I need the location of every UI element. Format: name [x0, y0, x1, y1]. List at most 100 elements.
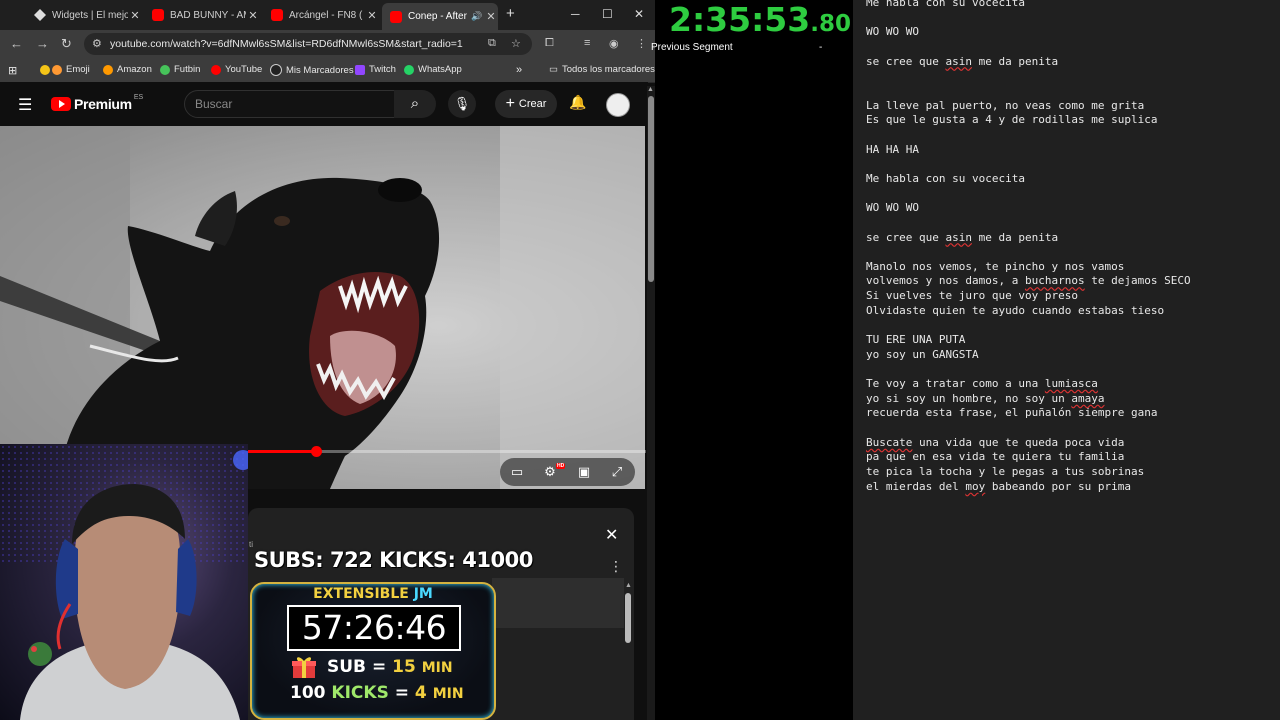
misspelled-word[interactable]: amaya — [1071, 392, 1104, 405]
minimize-button[interactable]: ─ — [571, 7, 580, 21]
site-info-icon[interactable]: ⚙ — [92, 37, 102, 50]
reload-icon[interactable]: ↻ — [61, 36, 72, 52]
forward-icon[interactable]: → — [36, 36, 49, 51]
video-progress-bar[interactable] — [248, 446, 646, 457]
webcam-feed — [0, 444, 248, 720]
misspelled-word[interactable]: asin — [946, 231, 973, 244]
close-window-button[interactable]: ✕ — [634, 7, 644, 21]
folder-icon: ▭ — [549, 64, 558, 75]
voice-search-button[interactable]: 🎙 — [448, 90, 476, 118]
bookmark-star-icon[interactable]: ☆ — [511, 37, 521, 50]
youtube-header: ☰ Premium ES ⌕ 🎙 +Crear 🔔 — [0, 82, 648, 126]
mic-icon: 🎙 — [453, 96, 471, 111]
bookmark-youtube[interactable]: YouTube — [211, 64, 262, 75]
lyrics-line: el mierdas del moy babeando por su prima — [866, 479, 1131, 493]
close-icon[interactable]: ✕ — [246, 9, 260, 22]
new-tab-button[interactable]: + — [506, 5, 515, 22]
lyrics-line: Buscate una vida que te queda poca vida — [866, 435, 1125, 449]
notifications-bell-icon[interactable]: 🔔 — [569, 94, 586, 111]
folder-icon — [270, 64, 282, 76]
lyrics-line: TU ERE UNA PUTA — [866, 333, 966, 347]
page-scroll-thumb[interactable] — [648, 96, 654, 282]
misspelled-word[interactable]: moy — [965, 480, 985, 493]
search-input[interactable] — [185, 91, 395, 117]
lyrics-line: Me habla con su vocecita — [866, 0, 1025, 9]
menu-kebab-icon[interactable]: ⋮ — [636, 37, 647, 50]
media-control-icon[interactable]: ≡ — [584, 37, 590, 49]
tab-bar: Widgets | El mejor ✕ BAD BUNNY - AM ✕ Ar… — [0, 0, 655, 30]
close-icon[interactable]: ✕ — [365, 9, 379, 22]
tab-conep[interactable]: Conep - After 🔊 ✕ — [382, 3, 498, 30]
lyrics-line: se cree que asin me da penita — [866, 230, 1059, 244]
extensions-icon[interactable]: ⧠ — [545, 37, 554, 50]
scroll-up-icon[interactable]: ▲ — [625, 582, 632, 589]
misspelled-word[interactable]: lumiasca — [1045, 377, 1098, 390]
panel-more-icon[interactable]: ⋮ — [609, 558, 623, 575]
youtube-logo-icon — [51, 97, 71, 111]
profile-icon[interactable]: ◉ — [609, 37, 619, 50]
theater-mode-icon[interactable]: ▣ — [570, 460, 598, 484]
misspelled-word[interactable]: Buscate — [866, 436, 912, 449]
browser-toolbar: ← → ↻ ⚙ youtube.com/watch?v=6dfNMwl6sSM&… — [0, 30, 655, 58]
lyrics-line: se cree que asin me da penita — [866, 54, 1059, 68]
video-player[interactable] — [0, 126, 645, 489]
lyrics-line: Si vuelves te juro que voy preso — [866, 289, 1078, 303]
bookmark-whatsapp[interactable]: WhatsApp — [404, 64, 462, 75]
speedrun-timer: 2:35:53.80 — [669, 0, 851, 39]
widget-icon — [34, 9, 46, 21]
youtube-premium-logo[interactable]: Premium ES — [51, 93, 144, 112]
fullscreen-icon[interactable]: ⤢ — [603, 460, 631, 484]
bookmark-emoji[interactable]: Emoji — [40, 64, 90, 75]
gift-icon — [292, 657, 316, 678]
lyrics-line: recuerda esta frase, el puñalón siempre … — [866, 406, 1158, 420]
close-icon[interactable]: ✕ — [128, 9, 142, 22]
tab-arcangel[interactable]: Arcángel - FN8 ( ✕ — [263, 4, 379, 26]
bookmark-twitch[interactable]: Twitch — [355, 64, 396, 75]
misspelled-word[interactable]: bucharnos — [1025, 274, 1085, 287]
more-bookmarks-icon[interactable]: » — [516, 64, 522, 76]
twitch-icon — [355, 64, 365, 75]
search-button[interactable]: ⌕ — [394, 90, 436, 118]
misspelled-word[interactable]: asin — [946, 55, 973, 68]
subtitles-icon[interactable]: ▭ — [503, 460, 531, 484]
previous-segment-label: Previous Segment — [651, 42, 733, 53]
hamburger-menu-icon[interactable]: ☰ — [18, 95, 32, 115]
subathon-countdown: 57:26:46 — [287, 605, 461, 651]
cast-icon[interactable]: ⧉ — [488, 37, 496, 50]
apps-grid-icon[interactable]: ⊞ — [8, 64, 17, 77]
create-button[interactable]: + Crear — [495, 90, 557, 118]
close-panel-button[interactable]: ✕ — [605, 525, 618, 545]
bookmark-mis-marcadores[interactable]: Mis Marcadores — [270, 64, 354, 76]
maximize-button[interactable]: ☐ — [602, 7, 613, 21]
address-bar[interactable]: ⚙ youtube.com/watch?v=6dfNMwl6sSM&list=R… — [84, 33, 532, 55]
emoji-icon — [40, 64, 50, 75]
speaker-icon[interactable]: 🔊 — [470, 11, 484, 22]
lyrics-line: Me habla con su vocecita — [866, 171, 1025, 185]
lyrics-line: Es que le gusta a 4 y de rodillas me sup… — [866, 113, 1158, 127]
whatsapp-icon — [404, 64, 414, 75]
tab-title: Widgets | El mejor — [52, 9, 128, 21]
scrubber-handle[interactable] — [310, 446, 322, 457]
tab-bad-bunny[interactable]: BAD BUNNY - AM ✕ — [144, 4, 260, 26]
url-text: youtube.com/watch?v=6dfNMwl6sSM&list=RD6… — [110, 38, 463, 50]
region-code: ES — [133, 93, 144, 101]
back-icon[interactable]: ← — [10, 36, 23, 51]
close-icon[interactable]: ✕ — [484, 10, 498, 23]
futbin-icon — [160, 64, 170, 75]
scroll-up-icon[interactable]: ▲ — [647, 86, 654, 93]
lyrics-line: pa que en esa vida te quiera tu familia — [866, 450, 1125, 464]
lyrics-text[interactable]: Me habla con su vocecita WO WO WO se cre… — [866, 0, 1191, 494]
avatar[interactable] — [606, 93, 630, 117]
lyrics-line: Olvidaste quien te ayudo cuando estabas … — [866, 303, 1165, 317]
playlist-item-selected[interactable] — [492, 578, 624, 628]
panel-scroll-thumb[interactable] — [625, 593, 631, 643]
youtube-icon — [152, 9, 164, 21]
tab-title: BAD BUNNY - AM — [170, 9, 246, 21]
bookmark-futbin[interactable]: Futbin — [160, 64, 200, 75]
tab-widgets[interactable]: Widgets | El mejor ✕ — [26, 4, 142, 26]
lyrics-line: te pica la tocha y le pegas a tus sobrin… — [866, 465, 1145, 478]
streamer-silhouette — [20, 450, 248, 720]
all-bookmarks-folder[interactable]: ▭ Todos los marcadores — [549, 64, 655, 75]
bookmark-amazon[interactable]: Amazon — [103, 64, 152, 75]
livesplit-panel — [655, 0, 853, 720]
